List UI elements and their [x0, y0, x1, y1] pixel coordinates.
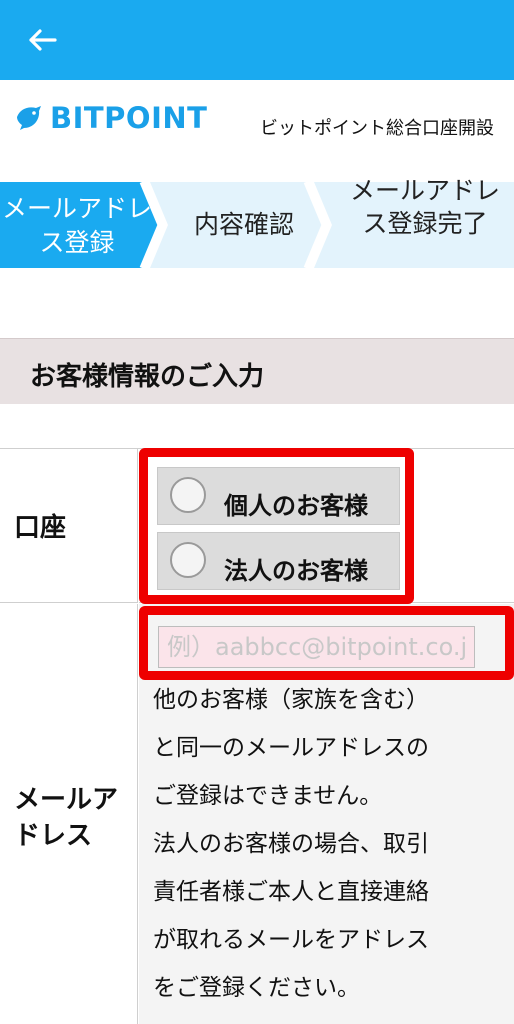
note-line: ご登録はできません。 [153, 783, 383, 809]
note-line: 他のお客様（家族を含む） [153, 687, 429, 713]
page-subtitle: ビットポイント総合口座開設 [260, 118, 494, 139]
note-line: 責任者様ご本人と直接連絡 [153, 879, 429, 905]
email-note: 他のお客様（家族を含む） と同一のメールアドレスの ご登録はできません。 法人の… [153, 676, 493, 1012]
back-button[interactable] [22, 20, 62, 60]
note-line: 法人のお客様の場合、取引 [153, 831, 429, 857]
email-input-highlight [139, 606, 514, 680]
arrow-left-icon [29, 29, 57, 51]
note-line: をご登録ください。 [153, 975, 360, 1001]
note-line: と同一のメールアドレスの [153, 735, 429, 761]
radio-group-highlight [139, 448, 414, 604]
logo-text: BITPOINT [50, 101, 208, 135]
top-app-bar [0, 0, 514, 80]
note-line: が取れるメールをアドレス [153, 927, 429, 953]
email-label: メールアドレス [14, 785, 119, 851]
bitpoint-logo: BITPOINT [14, 100, 207, 136]
step-email-registration: メールアドレス登録 [2, 194, 153, 257]
section-title: お客様情報のご入力 [30, 362, 265, 392]
step-confirm: 内容確認 [193, 210, 294, 239]
account-label: 口座 [14, 513, 67, 543]
step-complete: メールアドレス登録完了 [349, 176, 500, 238]
bird-icon [17, 106, 41, 130]
